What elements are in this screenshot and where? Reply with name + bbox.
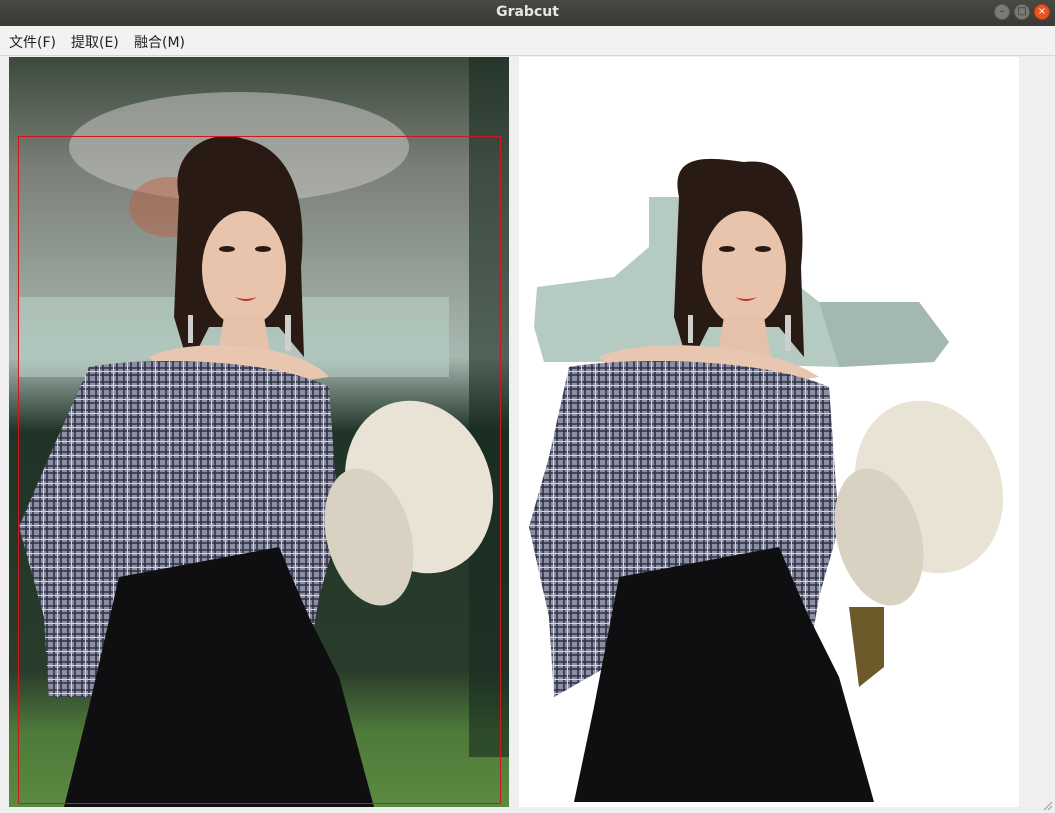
- menu-file[interactable]: 文件(F): [9, 32, 56, 52]
- source-image: [9, 57, 509, 807]
- menu-bar: 文件(F) 提取(E) 融合(M): [0, 26, 1055, 56]
- result-image: [519, 57, 1019, 807]
- close-button[interactable]: ×: [1034, 4, 1050, 20]
- minimize-button[interactable]: –: [994, 4, 1010, 20]
- result-image-panel: [519, 57, 1019, 807]
- menu-extract[interactable]: 提取(E): [71, 32, 119, 52]
- minimize-icon: –: [999, 6, 1005, 17]
- source-image-panel[interactable]: [9, 57, 509, 807]
- maximize-icon: □: [1017, 6, 1027, 17]
- title-bar: Grabcut – □ ×: [0, 0, 1055, 26]
- window-title: Grabcut: [496, 4, 559, 20]
- close-icon: ×: [1037, 6, 1047, 17]
- resize-grip-icon[interactable]: [1043, 801, 1053, 811]
- maximize-button[interactable]: □: [1014, 4, 1030, 20]
- menu-blend[interactable]: 融合(M): [134, 32, 185, 52]
